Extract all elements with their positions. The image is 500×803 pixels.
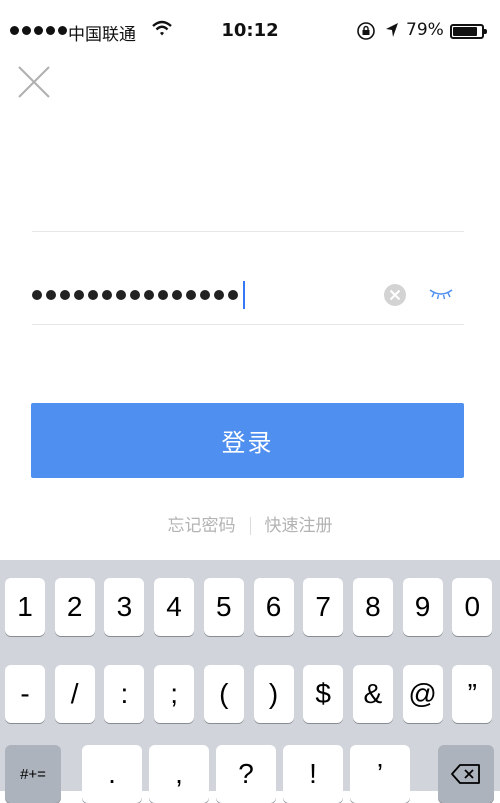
key-punct-5[interactable]: ’: [350, 745, 410, 803]
key-punct-4[interactable]: !: [283, 745, 343, 803]
battery-percent: 79%: [406, 20, 444, 40]
key-6[interactable]: 7: [303, 578, 344, 636]
close-icon[interactable]: [16, 64, 52, 100]
key-punct-1[interactable]: .: [82, 745, 142, 803]
password-dot: [74, 290, 84, 300]
key-symbol-5[interactable]: ): [253, 665, 294, 723]
password-dot: [214, 290, 224, 300]
key-8[interactable]: 9: [402, 578, 443, 636]
key-symbol-6[interactable]: $: [303, 665, 344, 723]
key-0[interactable]: 1: [5, 578, 45, 636]
account-field-divider: [32, 231, 464, 232]
password-mask[interactable]: [32, 270, 245, 320]
key-more-symbols[interactable]: #+=: [5, 745, 61, 803]
backspace-key[interactable]: [438, 745, 494, 803]
key-symbol-1[interactable]: /: [54, 665, 95, 723]
password-dot: [88, 290, 98, 300]
password-dot: [172, 290, 182, 300]
numeric-keyboard: 1 2 3 4 5 6 7 8 9 0 - /:;() $ & @” #+=.,?!’: [0, 560, 500, 803]
text-caret: [243, 281, 245, 309]
key-punct-2[interactable]: ,: [149, 745, 209, 803]
location-arrow-icon: [386, 23, 398, 37]
key-punct-3[interactable]: ?: [216, 745, 276, 803]
key-3[interactable]: 4: [154, 578, 195, 636]
password-dot: [186, 290, 196, 300]
password-dot: [32, 290, 42, 300]
backspace-icon: [451, 764, 480, 784]
password-field[interactable]: [32, 270, 464, 320]
clear-input-icon[interactable]: [383, 283, 407, 307]
key-4[interactable]: 5: [203, 578, 244, 636]
key-symbol-7[interactable]: &: [352, 665, 393, 723]
password-dot: [116, 290, 126, 300]
key-symbol-8[interactable]: @: [402, 665, 443, 723]
key-9[interactable]: 0: [452, 578, 493, 636]
links-separator: [249, 517, 251, 535]
key-symbol-9[interactable]: ”: [452, 665, 493, 723]
auth-links: 忘记密码 快速注册: [0, 511, 500, 536]
key-symbol-2[interactable]: :: [104, 665, 145, 723]
forgot-password-link[interactable]: 忘记密码: [168, 516, 236, 536]
key-symbol-3[interactable]: ;: [154, 665, 195, 723]
key-7[interactable]: 8: [352, 578, 393, 636]
status-bar: 中国联通 10:12 79%: [0, 0, 500, 62]
rotation-lock-icon: [357, 22, 375, 40]
key-5[interactable]: 6: [253, 578, 294, 636]
password-dot: [102, 290, 112, 300]
password-dot: [144, 290, 154, 300]
battery-icon: [450, 24, 487, 39]
password-dot: [60, 290, 70, 300]
password-dot: [46, 290, 56, 300]
password-dot: [158, 290, 168, 300]
key-symbol-4[interactable]: (: [203, 665, 244, 723]
key-1[interactable]: 2: [54, 578, 95, 636]
password-dot: [130, 290, 140, 300]
toggle-password-visibility-icon[interactable]: [428, 284, 454, 304]
login-button[interactable]: 登录: [31, 403, 464, 478]
quick-register-link[interactable]: 快速注册: [265, 516, 333, 536]
password-dot: [228, 290, 238, 300]
password-field-divider: [32, 324, 464, 325]
key-symbol-0[interactable]: -: [5, 665, 45, 723]
key-2[interactable]: 3: [104, 578, 145, 636]
password-dot: [200, 290, 210, 300]
